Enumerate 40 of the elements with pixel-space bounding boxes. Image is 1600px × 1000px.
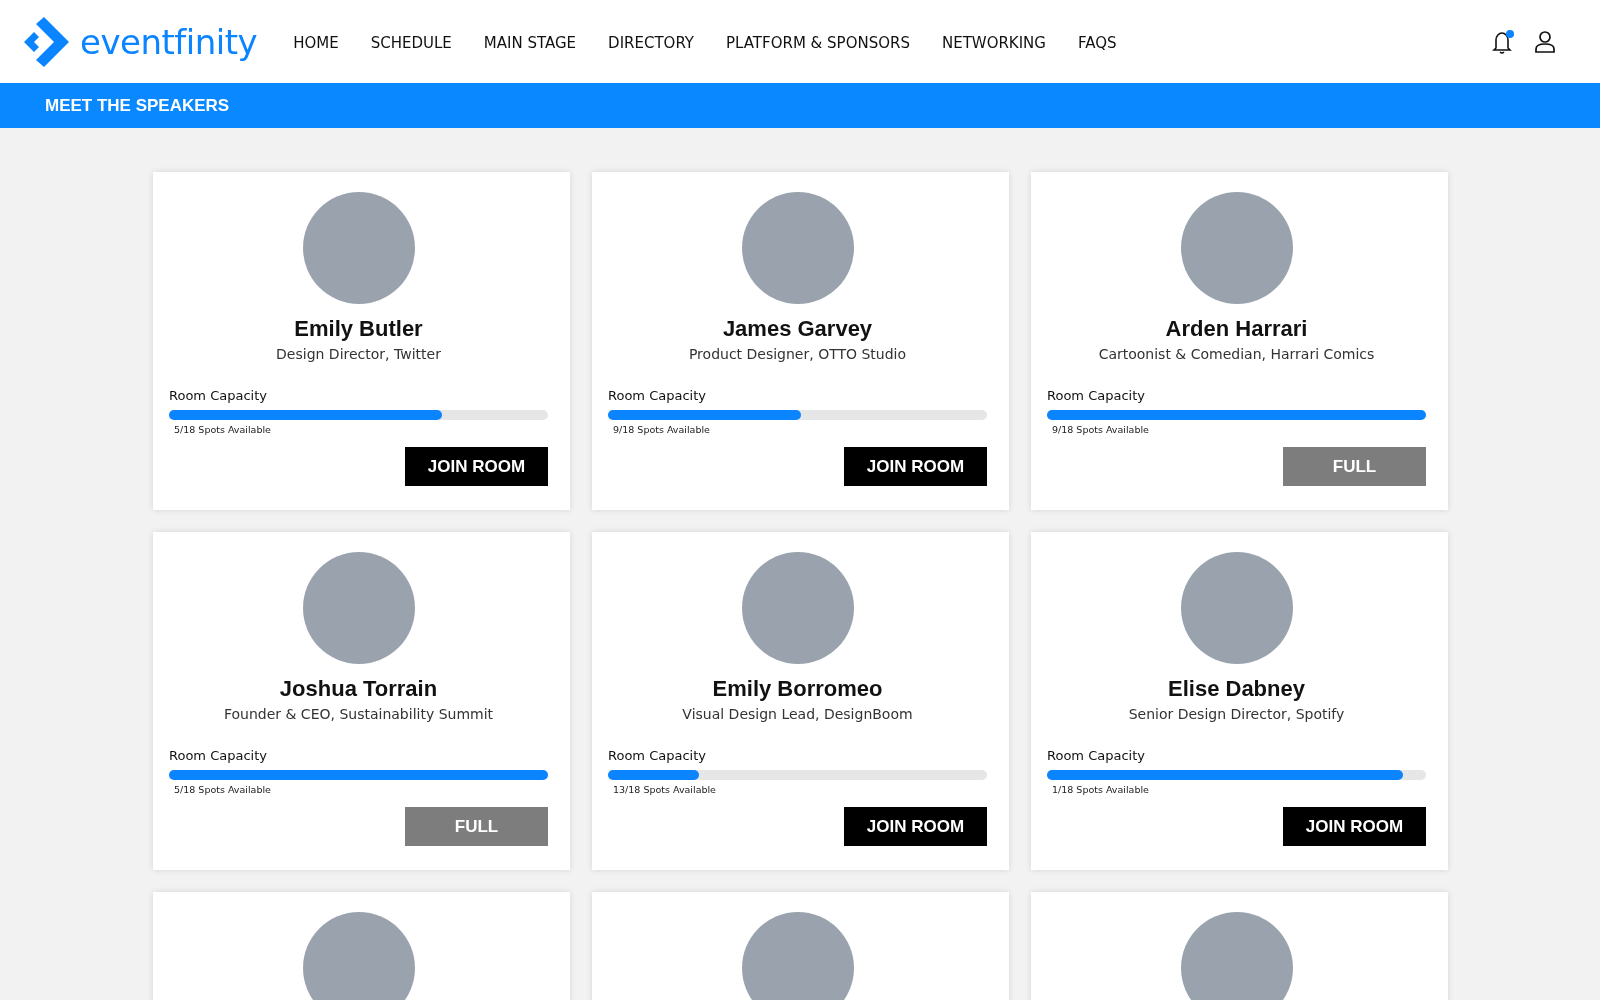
nav-link[interactable]: FAQS (1077, 31, 1117, 52)
spots-text: 9/18 Spots Available (612, 424, 711, 435)
nav-link[interactable]: DIRECTORY (608, 31, 695, 52)
capacity-label: Room Capacity (1047, 748, 1146, 763)
capacity-label: Room Capacity (169, 748, 268, 763)
speaker-name: Emily Borromeo (712, 676, 883, 702)
speaker-name: Arden Harrari (1165, 316, 1308, 342)
room-button[interactable]: JOIN ROOM (1283, 807, 1426, 846)
speaker-name: Elise Dabney (1168, 676, 1305, 702)
capacity-label: Room Capacity (1047, 388, 1146, 403)
bell-icon[interactable] (1490, 28, 1516, 55)
speaker-role: Cartoonist & Comedian, Harrari Comics (1098, 346, 1375, 362)
speaker-name: Emily Butler (294, 316, 423, 342)
room-button[interactable]: JOIN ROOM (844, 447, 987, 486)
logo-text[interactable]: eventfinity (80, 21, 258, 62)
room-button[interactable]: JOIN ROOM (844, 807, 987, 846)
capacity-label: Room Capacity (169, 388, 268, 403)
spots-text: 5/18 Spots Available (173, 784, 272, 795)
user-icon[interactable] (1534, 29, 1556, 54)
speaker-role: Product Designer, OTTO Studio (688, 346, 907, 362)
speaker-role: Visual Design Lead, DesignBoom (682, 706, 913, 722)
logo-icon (22, 15, 72, 68)
spots-text: 5/18 Spots Available (173, 424, 272, 435)
speaker-role: Design Director, Twitter (276, 346, 441, 362)
spots-text: 1/18 Spots Available (1051, 784, 1150, 795)
nav-link[interactable]: PLATFORM & SPONSORS (726, 31, 910, 52)
spots-text: 9/18 Spots Available (1051, 424, 1150, 435)
capacity-label: Room Capacity (608, 388, 707, 403)
nav-link[interactable]: MAIN STAGE (483, 31, 577, 52)
nav-link[interactable]: NETWORKING (941, 31, 1046, 52)
speaker-role: Founder & CEO, Sustainability Summit (223, 706, 494, 722)
capacity-label: Room Capacity (608, 748, 707, 763)
nav-link[interactable]: SCHEDULE (370, 31, 452, 52)
speaker-role: Senior Design Director, Spotify (1128, 706, 1345, 722)
spots-text: 13/18 Spots Available (612, 784, 717, 795)
speaker-name: Joshua Torrain (279, 676, 438, 702)
speaker-name: James Garvey (722, 316, 873, 342)
room-button[interactable]: JOIN ROOM (405, 447, 548, 486)
nav-link[interactable]: HOME (293, 31, 339, 52)
section-title: MEET THE SPEAKERS (45, 95, 230, 116)
